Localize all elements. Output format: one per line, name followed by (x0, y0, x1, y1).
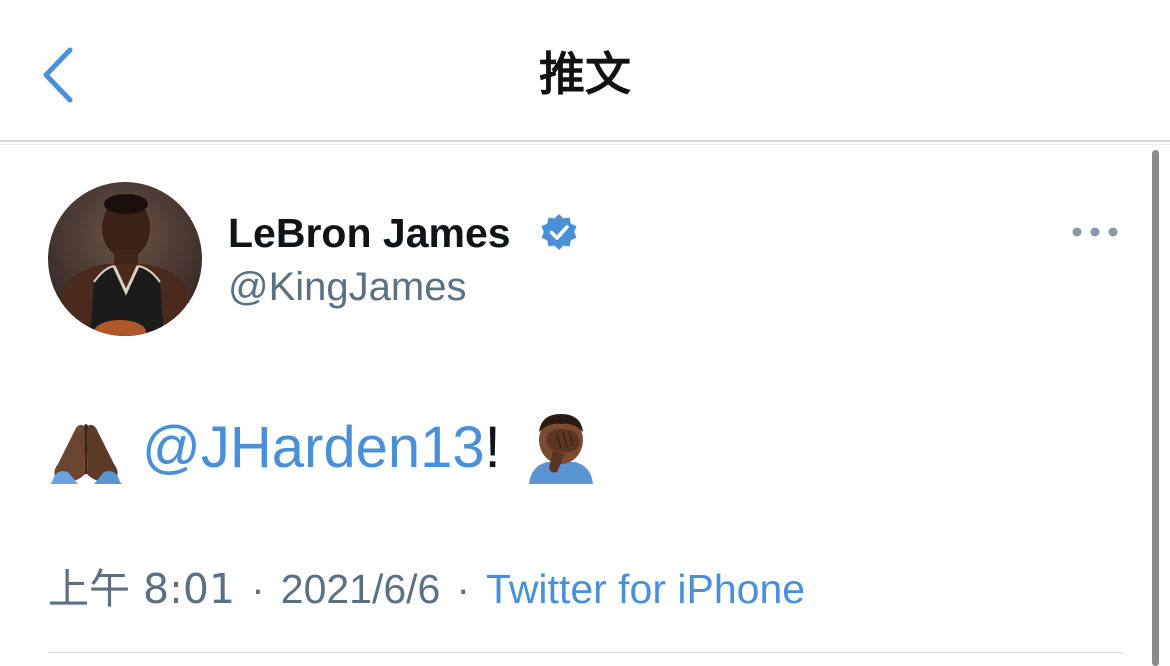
author-display-name[interactable]: LeBron James (228, 208, 511, 258)
mention-link[interactable]: @JHarden13 (142, 412, 485, 484)
ellipsis-icon (1072, 227, 1118, 237)
tweet-meta: 上午 8:01 · 2021/6/6 · Twitter for iPhone (48, 562, 805, 616)
more-options-button[interactable] (1068, 220, 1122, 244)
avatar-photo (48, 182, 202, 336)
tweet-date: 2021/6/6 (280, 566, 441, 612)
tweet-punctuation: ! (484, 415, 501, 480)
face-palm-emoji (523, 412, 599, 484)
verified-badge-icon (541, 214, 577, 250)
tweet-time: 上午 8:01 (48, 565, 236, 613)
content-divider (48, 652, 1122, 653)
meta-separator: · (456, 566, 471, 612)
header-divider-shadow (0, 144, 1170, 145)
page-title: 推文 (539, 47, 631, 101)
scrollbar[interactable] (1152, 150, 1159, 666)
author-handle[interactable]: @KingJames (228, 262, 466, 312)
avatar[interactable] (48, 182, 202, 336)
tweet-text: @JHarden13 ! (48, 408, 599, 488)
header-divider (0, 140, 1170, 142)
navigation-bar: 推文 (0, 0, 1170, 140)
folded-hands-emoji (48, 412, 124, 484)
tweet-source-link[interactable]: Twitter for iPhone (486, 566, 805, 612)
verified-badge (538, 212, 580, 254)
meta-separator: · (251, 566, 265, 612)
